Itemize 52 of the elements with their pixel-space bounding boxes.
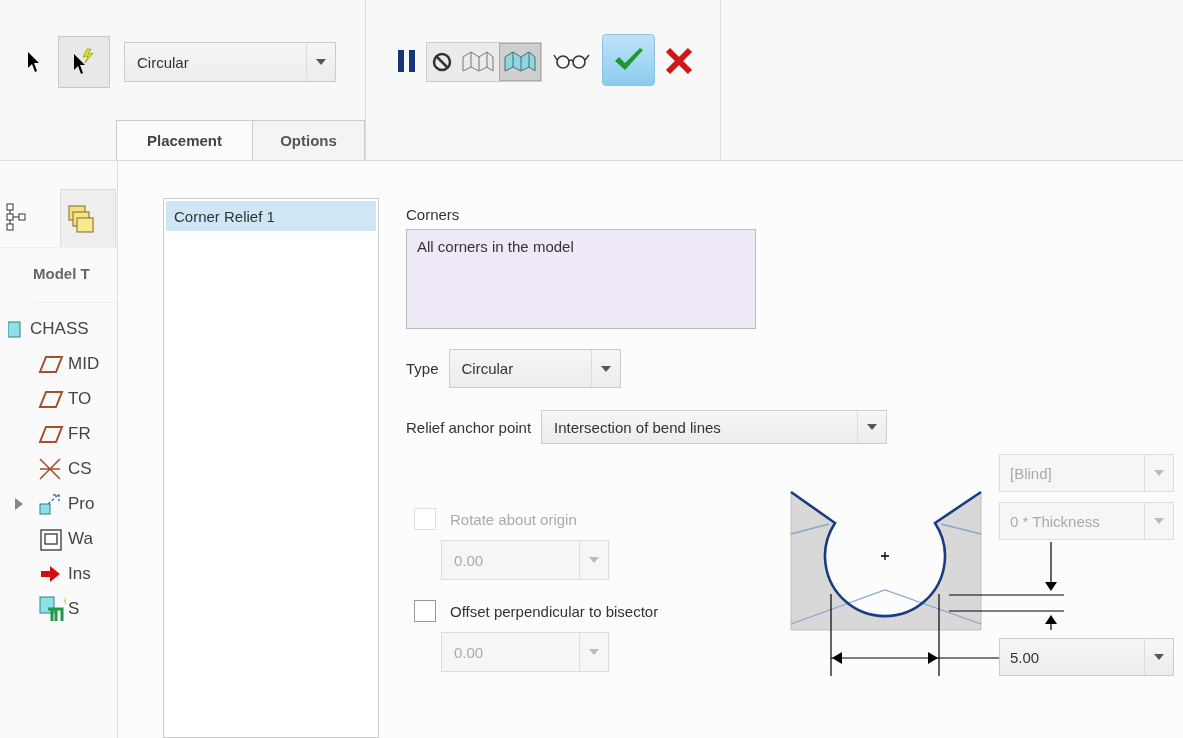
type-label: Type (406, 360, 439, 377)
checkbox-label: Rotate about origin (450, 510, 577, 528)
shaded-preview-button[interactable] (499, 43, 541, 81)
caret-icon (1154, 654, 1164, 660)
tree-item[interactable]: FR (68, 423, 91, 444)
shaded-icon (503, 49, 537, 75)
tree-item[interactable]: TO (68, 388, 92, 409)
panel-tab[interactable]: Options (253, 120, 365, 160)
wall-icon (38, 526, 64, 551)
plane-icon (38, 388, 64, 409)
glasses-icon (552, 52, 592, 70)
csys-icon (38, 456, 64, 481)
relief-type-dropdown[interactable]: Circular (124, 42, 336, 82)
type-dropdown[interactable]: Circular (448, 349, 621, 388)
tree-item[interactable]: S (68, 598, 80, 619)
corners-collector[interactable]: All corners in the model (406, 229, 756, 329)
caret-icon (316, 59, 326, 65)
cursor-icon (27, 51, 41, 73)
tree-item[interactable]: Ins (68, 563, 91, 584)
checkbox[interactable] (414, 600, 436, 622)
folders-icon[interactable] (67, 203, 95, 234)
caret-icon (589, 649, 599, 655)
part-icon (8, 319, 22, 338)
ok-button[interactable] (602, 34, 655, 86)
corners-label: Corners (406, 206, 461, 223)
expand-icon[interactable] (15, 497, 23, 510)
caret-icon (1154, 518, 1164, 524)
caret-icon (1154, 470, 1164, 476)
plane-icon (38, 423, 64, 444)
tree-item[interactable]: MID (68, 353, 100, 374)
plane-icon (38, 353, 64, 374)
anchor-dropdown[interactable]: Intersection of bend lines (541, 410, 888, 444)
tree-heading: Model T (33, 265, 117, 303)
lightning-cursor-icon (71, 47, 97, 77)
tree-item[interactable]: CS (68, 458, 92, 479)
caret-icon (867, 424, 878, 430)
pause-icon[interactable] (398, 50, 416, 72)
tree-item[interactable]: Wa (68, 528, 93, 549)
no-entry-icon (431, 51, 453, 73)
sheetmetal-icon (38, 594, 66, 623)
close-icon (665, 47, 693, 75)
anchor-label: Relief anchor point (406, 418, 532, 436)
tree-item[interactable]: Pro (68, 493, 95, 514)
caret-icon (600, 365, 611, 372)
checkbox-label: Offset perpendicular to bisector (450, 602, 659, 620)
diameter-dropdown[interactable]: 5.00 (999, 638, 1174, 676)
wireframe-icon (461, 49, 495, 75)
smart-select-button[interactable] (58, 36, 110, 88)
caret-icon (589, 557, 599, 563)
panel-tab[interactable]: Placement (116, 120, 253, 160)
tree-item[interactable]: CHASS (30, 318, 89, 339)
list-item[interactable]: Corner Relief 1 (166, 201, 376, 231)
